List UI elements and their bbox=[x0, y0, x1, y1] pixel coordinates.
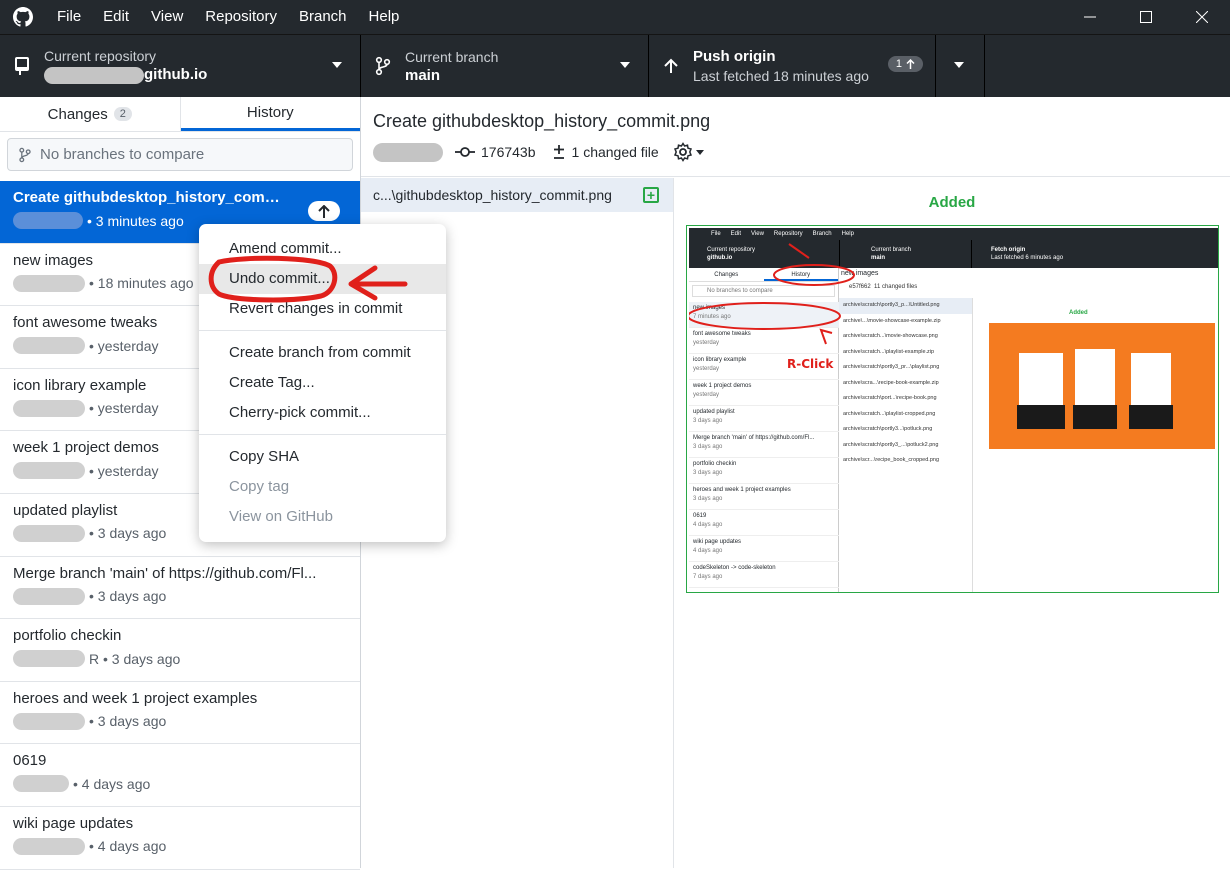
file-path: c...\githubdesktop_history_commit.png bbox=[373, 187, 612, 203]
file-row[interactable]: c...\githubdesktop_history_commit.png + bbox=[361, 178, 673, 212]
menu-edit[interactable]: Edit bbox=[92, 0, 140, 34]
menu-file[interactable]: File bbox=[46, 0, 92, 34]
repository-name: github.io bbox=[144, 66, 208, 84]
close-icon bbox=[1196, 11, 1208, 23]
diff-icon bbox=[553, 145, 564, 159]
avatar bbox=[13, 337, 85, 355]
commit-title: heroes and week 1 project examples bbox=[13, 689, 258, 707]
avatar bbox=[13, 587, 85, 605]
commit-title: wiki page updates bbox=[13, 814, 134, 832]
menu-divider bbox=[199, 330, 446, 331]
menu-divider bbox=[199, 434, 446, 435]
repository-selector[interactable]: Current repository github.io bbox=[0, 35, 361, 97]
commit-title: 0619 bbox=[13, 752, 47, 770]
title-bar: File Edit View Repository Branch Help bbox=[0, 0, 1230, 34]
file-added-icon: + bbox=[643, 187, 659, 203]
menu-item-cherry-pick[interactable]: Cherry-pick commit... bbox=[199, 398, 446, 428]
repository-icon bbox=[0, 56, 44, 76]
avatar bbox=[13, 524, 85, 542]
avatar bbox=[13, 399, 85, 417]
menu-item-view-on-github: View on GitHub bbox=[229, 508, 333, 525]
changes-count-badge: 2 bbox=[113, 107, 132, 121]
unpushed-commit-icon bbox=[308, 201, 340, 221]
commit-time: 3 minutes ago bbox=[95, 212, 184, 229]
svg-text:R-Click: R-Click bbox=[787, 357, 834, 371]
branch-name: main bbox=[405, 66, 441, 84]
push-subtitle: Last fetched 18 minutes ago bbox=[693, 68, 869, 84]
avatar bbox=[13, 775, 69, 793]
changed-files-count: 1 changed file bbox=[571, 144, 659, 160]
commit-sha[interactable]: 176743b bbox=[481, 144, 536, 160]
commit-title: Merge branch 'main' of https://github.co… bbox=[13, 564, 317, 582]
github-logo-icon bbox=[0, 0, 46, 34]
added-label: Added bbox=[928, 194, 976, 211]
arrow-up-icon bbox=[649, 58, 693, 74]
push-title: Push origin bbox=[693, 48, 776, 65]
menu-view[interactable]: View bbox=[140, 0, 194, 34]
menu-item-copy-sha[interactable]: Copy SHA bbox=[199, 442, 446, 472]
commit-detail-header: Create githubdesktop_history_commit.png … bbox=[361, 97, 1230, 177]
commit-title: portfolio checkin bbox=[13, 627, 122, 645]
menu-branch[interactable]: Branch bbox=[288, 0, 358, 34]
close-button[interactable] bbox=[1174, 0, 1230, 34]
avatar bbox=[13, 712, 85, 730]
commit-icon bbox=[455, 147, 475, 157]
commit-row[interactable]: portfolio checkin R • 3 days ago bbox=[0, 619, 360, 682]
menu-item-copy-tag: Copy tag bbox=[229, 478, 290, 495]
branch-icon bbox=[361, 56, 405, 76]
commit-row[interactable]: heroes and week 1 project examples • 3 d… bbox=[0, 682, 360, 745]
commit-row[interactable]: wiki page updates • 4 days ago bbox=[0, 807, 360, 870]
maximize-icon bbox=[1140, 11, 1152, 23]
chevron-down-icon bbox=[954, 62, 964, 68]
redacted-owner bbox=[44, 66, 144, 84]
image-preview: File Edit View Repository Branch Help Current… bbox=[686, 225, 1219, 593]
gear-icon bbox=[673, 142, 692, 162]
push-origin-button[interactable]: Push origin Last fetched 18 minutes ago … bbox=[649, 35, 936, 97]
menu-item-create-tag[interactable]: Create Tag... bbox=[199, 368, 446, 398]
minimize-button[interactable] bbox=[1062, 0, 1118, 34]
avatar bbox=[13, 462, 85, 480]
chevron-down-icon bbox=[332, 62, 342, 68]
maximize-button[interactable] bbox=[1118, 0, 1174, 34]
diff-pane: Added File Edit View Repository Branch Help C… bbox=[674, 178, 1230, 868]
menu-help[interactable]: Help bbox=[358, 0, 411, 34]
undo-annotation bbox=[208, 255, 408, 303]
branch-selector[interactable]: Current branch main bbox=[361, 35, 649, 97]
toolbar: Current repository github.io Current bra… bbox=[0, 34, 1230, 97]
commit-row[interactable]: Merge branch 'main' of https://github.co… bbox=[0, 557, 360, 620]
avatar bbox=[13, 650, 85, 668]
push-count-badge: 1 bbox=[887, 56, 923, 72]
commit-summary: Create githubdesktop_history_commit.png bbox=[373, 111, 711, 131]
commit-row[interactable]: 0619 • 4 days ago bbox=[0, 744, 360, 807]
push-dropdown-button[interactable] bbox=[936, 35, 985, 97]
tab-changes[interactable]: Changes 2 bbox=[0, 97, 181, 131]
avatar bbox=[13, 274, 85, 292]
avatar bbox=[13, 837, 85, 855]
repository-label: Current repository bbox=[44, 48, 157, 65]
commit-title: Create githubdesktop_history_commit.png bbox=[13, 189, 293, 206]
tab-history[interactable]: History bbox=[180, 97, 360, 131]
branch-compare-input[interactable]: No branches to compare bbox=[7, 138, 353, 171]
arrow-up-icon bbox=[906, 59, 915, 69]
settings-button[interactable] bbox=[673, 142, 704, 162]
chevron-down-icon bbox=[695, 149, 704, 155]
chevron-down-icon bbox=[620, 62, 630, 68]
preview-annotations: R-Click bbox=[689, 243, 855, 371]
author-avatar bbox=[373, 142, 443, 162]
avatar bbox=[13, 212, 83, 229]
menu-repository[interactable]: Repository bbox=[194, 0, 288, 34]
branch-label: Current branch bbox=[405, 48, 499, 65]
minimize-icon bbox=[1084, 16, 1096, 18]
branch-icon bbox=[19, 147, 31, 162]
menu-item-create-branch[interactable]: Create branch from commit bbox=[199, 338, 446, 368]
